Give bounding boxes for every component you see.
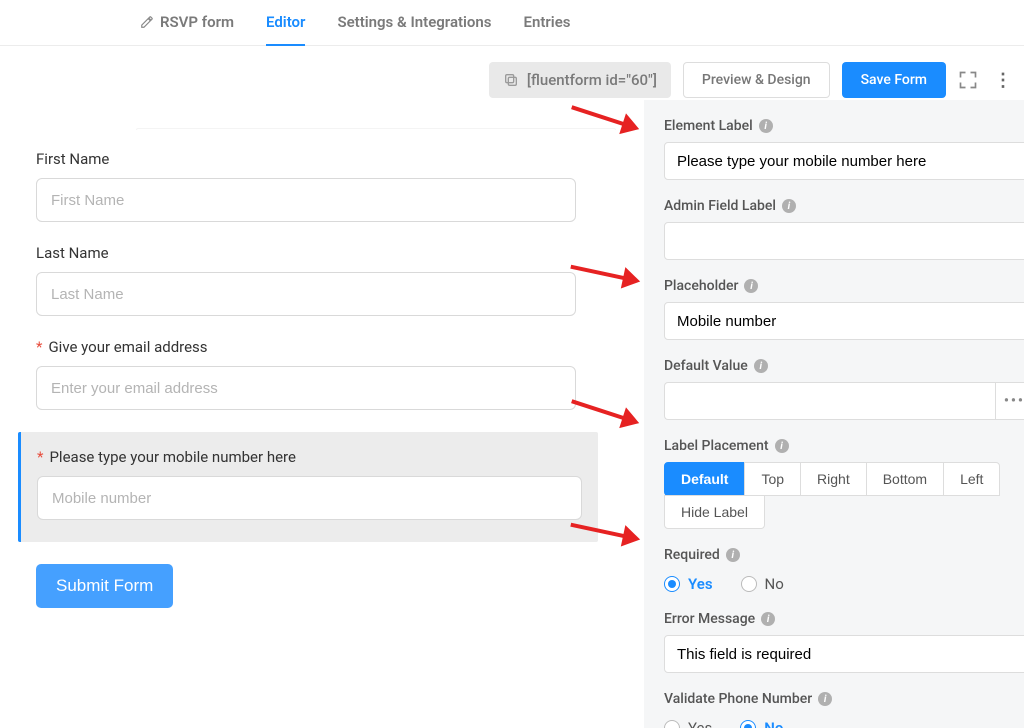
radio-icon (741, 576, 757, 592)
tab-editor-label: Editor (266, 13, 305, 31)
validate-phone-radio-group: Yes No (664, 715, 1024, 728)
submit-button-label: Submit Form (56, 576, 153, 595)
email-label: *Give your email address (36, 338, 576, 356)
placeholder-title: Placeholder i (664, 278, 1024, 294)
setting-required: Required i Yes No (664, 547, 1024, 593)
info-icon[interactable]: i (744, 279, 758, 293)
more-menu-icon[interactable]: ⋮ (990, 70, 1016, 91)
admin-label-input[interactable] (664, 222, 1024, 260)
setting-default-value: Default Value i ••• (664, 358, 1024, 420)
label-placement-row1: Default Top Right Bottom Left (664, 462, 1024, 496)
placeholder-input[interactable] (664, 302, 1024, 340)
tab-editor[interactable]: Editor (266, 13, 305, 45)
validate-phone-title: Validate Phone Number i (664, 691, 1024, 707)
info-icon[interactable]: i (759, 119, 773, 133)
mobile-label: *Please type your mobile number here (37, 448, 582, 466)
label-placement-title: Label Placement i (664, 438, 1024, 454)
required-star: * (36, 338, 42, 356)
preview-design-label: Preview & Design (702, 72, 811, 88)
setting-placeholder: Placeholder i (664, 278, 1024, 340)
preview-design-button[interactable]: Preview & Design (683, 62, 830, 98)
editor-main: First Name Last Name *Give your email ad… (0, 100, 1024, 728)
field-first-name[interactable]: First Name (36, 150, 576, 222)
required-radio-group: Yes No (664, 571, 1024, 593)
required-star: * (37, 448, 43, 466)
lp-hide[interactable]: Hide Label (664, 495, 765, 529)
tab-entries[interactable]: Entries (524, 13, 571, 45)
setting-validate-phone: Validate Phone Number i Yes No (664, 691, 1024, 728)
field-last-name[interactable]: Last Name (36, 244, 576, 316)
shortcode-pill[interactable]: [fluentform id="60"] (489, 62, 671, 98)
setting-error-message: Error Message i (664, 611, 1024, 673)
element-label-input[interactable] (664, 142, 1024, 180)
required-yes[interactable]: Yes (664, 575, 713, 593)
lp-top[interactable]: Top (744, 462, 801, 496)
tab-settings[interactable]: Settings & Integrations (337, 13, 491, 45)
info-icon[interactable]: i (761, 612, 775, 626)
email-input[interactable] (36, 366, 576, 410)
info-icon[interactable]: i (782, 199, 796, 213)
validate-yes[interactable]: Yes (664, 719, 712, 728)
editor-toolbar: [fluentform id="60"] Preview & Design Sa… (489, 58, 1016, 102)
lp-right[interactable]: Right (800, 462, 867, 496)
required-no[interactable]: No (741, 575, 784, 593)
fullscreen-icon[interactable] (958, 70, 978, 90)
first-name-input[interactable] (36, 178, 576, 222)
default-value-shortcodes-button[interactable]: ••• (995, 382, 1024, 420)
info-icon[interactable]: i (818, 692, 832, 706)
shortcode-text: [fluentform id="60"] (527, 71, 657, 89)
first-name-label: First Name (36, 150, 576, 168)
setting-admin-label: Admin Field Label i (664, 198, 1024, 260)
selected-field-mobile[interactable]: *Please type your mobile number here (18, 432, 598, 542)
card-top-edge (136, 128, 616, 130)
last-name-label: Last Name (36, 244, 576, 262)
save-form-label: Save Form (861, 72, 927, 88)
tab-entries-label: Entries (524, 13, 571, 31)
field-email[interactable]: *Give your email address (36, 338, 576, 410)
error-message-title: Error Message i (664, 611, 1024, 627)
last-name-input[interactable] (36, 272, 576, 316)
lp-left[interactable]: Left (943, 462, 1000, 496)
radio-icon (740, 720, 756, 728)
lp-bottom[interactable]: Bottom (866, 462, 944, 496)
lp-default[interactable]: Default (664, 462, 745, 496)
mobile-input[interactable] (37, 476, 582, 520)
radio-icon (664, 576, 680, 592)
default-value-input[interactable] (664, 382, 995, 420)
element-label-title: Element Label i (664, 118, 1024, 134)
info-icon[interactable]: i (775, 439, 789, 453)
submit-button[interactable]: Submit Form (36, 564, 173, 608)
tab-settings-label: Settings & Integrations (337, 13, 491, 31)
save-form-button[interactable]: Save Form (842, 62, 946, 98)
form-preview: First Name Last Name *Give your email ad… (0, 100, 644, 728)
error-message-input[interactable] (664, 635, 1024, 673)
editor-tabs: RSVP form Editor Settings & Integrations… (0, 0, 1024, 46)
validate-no[interactable]: No (740, 719, 783, 728)
info-icon[interactable]: i (726, 548, 740, 562)
pencil-icon (140, 15, 154, 29)
copy-icon (503, 72, 519, 88)
label-placement-row2: Hide Label (664, 496, 1024, 529)
required-title: Required i (664, 547, 1024, 563)
tab-rsvp-label: RSVP form (160, 13, 234, 31)
radio-icon (664, 720, 680, 728)
tab-rsvp-form[interactable]: RSVP form (140, 13, 234, 45)
setting-label-placement: Label Placement i Default Top Right Bott… (664, 438, 1024, 529)
field-settings-panel: Element Label i Admin Field Label i Plac… (644, 100, 1024, 728)
info-icon[interactable]: i (754, 359, 768, 373)
default-value-title: Default Value i (664, 358, 1024, 374)
admin-label-title: Admin Field Label i (664, 198, 1024, 214)
setting-element-label: Element Label i (664, 118, 1024, 180)
